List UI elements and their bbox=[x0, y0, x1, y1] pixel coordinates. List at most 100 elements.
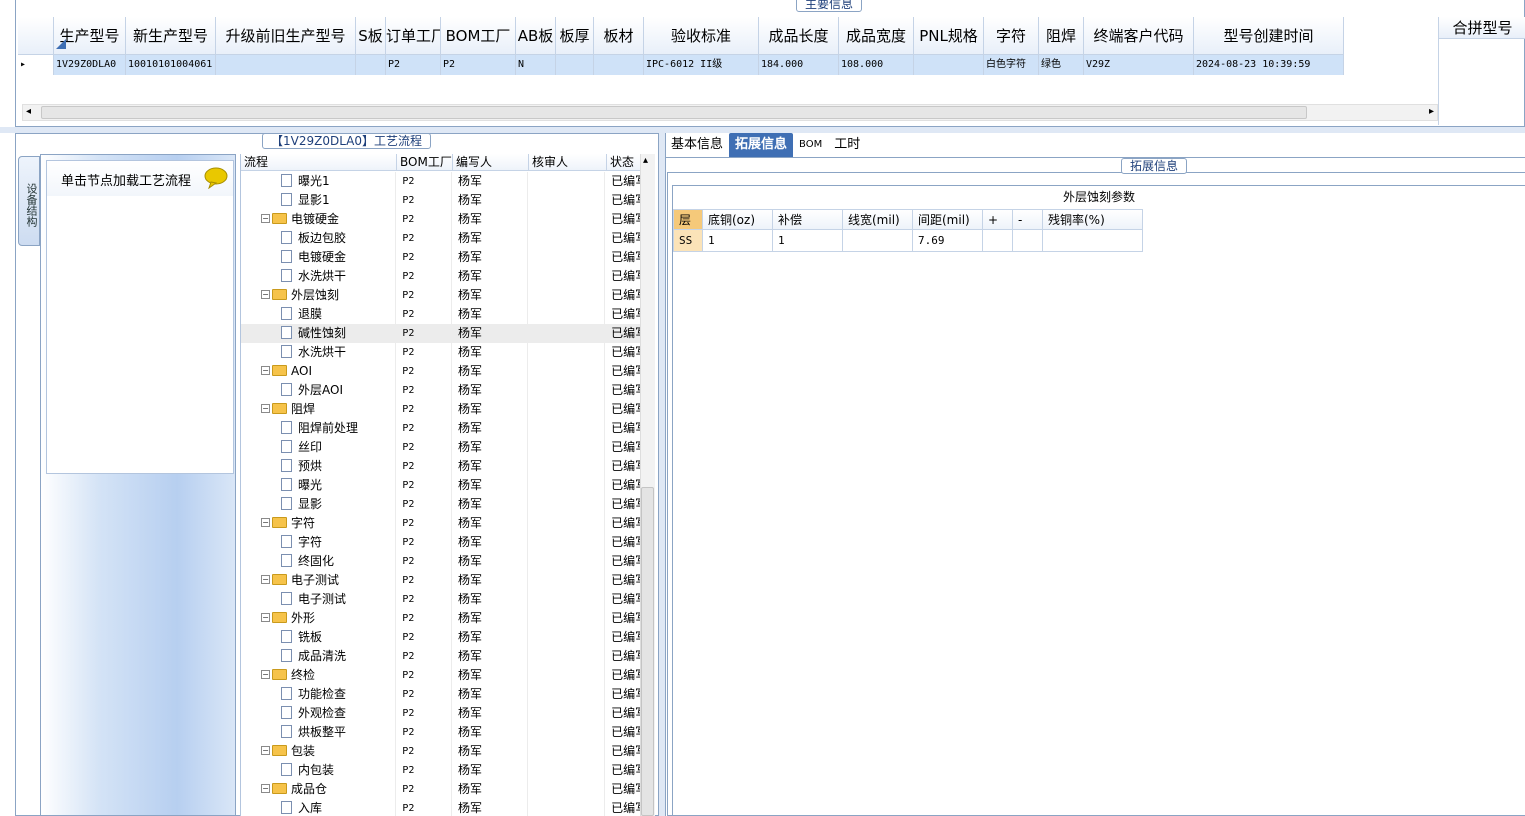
tree-leaf-row[interactable]: 成品清洗 P2杨军 已编写 bbox=[241, 647, 640, 666]
tree-leaf-row[interactable]: 水洗烘干 P2杨军 已编写 bbox=[241, 267, 640, 286]
tree-column-header[interactable]: BOM工厂 bbox=[397, 154, 453, 171]
horizontal-scroll-thumb[interactable] bbox=[41, 106, 1307, 119]
grid-cell[interactable]: 108.000 bbox=[839, 55, 914, 75]
etch-column-header[interactable]: - bbox=[1013, 209, 1043, 230]
column-header[interactable]: 板材 bbox=[594, 17, 644, 55]
column-header[interactable]: 终端客户代码 bbox=[1084, 17, 1194, 55]
grid-cell[interactable] bbox=[356, 55, 386, 75]
column-header[interactable]: S板 bbox=[356, 17, 386, 55]
collapse-icon[interactable]: − bbox=[261, 214, 270, 223]
etch-column-header[interactable]: 底铜(oz) bbox=[703, 209, 773, 230]
tree-leaf-row[interactable]: 外观检查 P2杨军 已编写 bbox=[241, 704, 640, 723]
tree-folder-row[interactable]: − 成品仓 P2杨军 已编写 bbox=[241, 780, 640, 799]
tree-leaf-row[interactable]: 电子测试 P2杨军 已编写 bbox=[241, 590, 640, 609]
tree-leaf-row[interactable]: 铣板 P2杨军 已编写 bbox=[241, 628, 640, 647]
vertical-scroll-thumb[interactable] bbox=[641, 487, 654, 816]
horizontal-scrollbar[interactable]: ◂ ▸ bbox=[22, 104, 1438, 121]
etch-cell[interactable] bbox=[843, 230, 913, 252]
collapse-icon[interactable]: − bbox=[261, 575, 270, 584]
etch-cell[interactable] bbox=[983, 230, 1013, 252]
tree-leaf-row[interactable]: 曝光 P2杨军 已编写 bbox=[241, 476, 640, 495]
column-header[interactable]: 升级前旧生产型号 bbox=[216, 17, 356, 55]
grid-cell[interactable]: V29Z bbox=[1084, 55, 1194, 75]
grid-cell[interactable]: 10010101004061 bbox=[126, 55, 216, 75]
scroll-left-icon[interactable]: ◂ bbox=[26, 106, 31, 117]
collapse-icon[interactable]: − bbox=[261, 290, 270, 299]
tree-leaf-row[interactable]: 终固化 P2杨军 已编写 bbox=[241, 552, 640, 571]
collapse-icon[interactable]: − bbox=[261, 746, 270, 755]
tree-leaf-row[interactable]: 显影1 P2杨军 已编写 bbox=[241, 191, 640, 210]
tree-column-header[interactable]: 核审人 bbox=[529, 154, 607, 171]
tree-leaf-row[interactable]: 曝光1 P2杨军 已编写 bbox=[241, 172, 640, 191]
collapse-icon[interactable]: − bbox=[261, 518, 270, 527]
tree-column-header[interactable]: 编写人 bbox=[453, 154, 529, 171]
tree-folder-row[interactable]: − 字符 P2杨军 已编写 bbox=[241, 514, 640, 533]
tab-2[interactable]: BOM bbox=[793, 133, 828, 157]
tree-leaf-row[interactable]: 字符 P2杨军 已编写 bbox=[241, 533, 640, 552]
tab-1[interactable]: 拓展信息 bbox=[729, 133, 794, 157]
tree-leaf-row[interactable]: 烘板整平 P2杨军 已编写 bbox=[241, 723, 640, 742]
etch-column-header[interactable]: + bbox=[983, 209, 1013, 230]
tree-leaf-row[interactable]: 阻焊前处理 P2杨军 已编写 bbox=[241, 419, 640, 438]
tab-3[interactable]: 工时 bbox=[828, 133, 866, 157]
etch-cell[interactable]: SS bbox=[673, 230, 703, 252]
tree-leaf-row[interactable]: 退膜 P2杨军 已编写 bbox=[241, 305, 640, 324]
grid-cell[interactable]: 184.000 bbox=[759, 55, 839, 75]
tree-folder-row[interactable]: − AOI P2杨军 已编写 bbox=[241, 362, 640, 381]
tree-leaf-row[interactable]: 显影 P2杨军 已编写 bbox=[241, 495, 640, 514]
main-info-grid-row[interactable]: ▸ 1V29Z0DLA0 10010101004061 P2 P2 N IPC-6012 I… bbox=[18, 55, 1344, 75]
column-header[interactable]: AB板 bbox=[516, 17, 556, 55]
tree-leaf-row[interactable]: 外层AOI P2杨军 已编写 bbox=[241, 381, 640, 400]
column-header[interactable]: 成品长度 bbox=[759, 17, 839, 55]
grid-cell[interactable]: 绿色 bbox=[1039, 55, 1084, 75]
column-header[interactable]: 验收标准 bbox=[644, 17, 759, 55]
scroll-right-icon[interactable]: ▸ bbox=[1429, 106, 1434, 117]
tree-leaf-row[interactable]: 板边包胶 P2杨军 已编写 bbox=[241, 229, 640, 248]
tree-leaf-row[interactable]: 碱性蚀刻 P2杨军 已编写 bbox=[241, 324, 640, 343]
grid-cell[interactable]: P2 bbox=[386, 55, 441, 75]
tree-folder-row[interactable]: − 电镀硬金 P2杨军 已编写 bbox=[241, 210, 640, 229]
tree-leaf-row[interactable]: 功能检查 P2杨军 已编写 bbox=[241, 685, 640, 704]
grid-cell[interactable]: N bbox=[516, 55, 556, 75]
etch-cell[interactable] bbox=[1043, 230, 1143, 252]
tree-leaf-row[interactable]: 入库 P2杨军 已编写 bbox=[241, 799, 640, 816]
grid-cell[interactable]: 2024-08-23 10:39:59 bbox=[1194, 55, 1344, 75]
grid-cell[interactable] bbox=[556, 55, 594, 75]
etch-column-header[interactable]: 间距(mil) bbox=[913, 209, 983, 230]
column-header[interactable]: 型号创建时间 bbox=[1194, 17, 1344, 55]
tree-folder-row[interactable]: − 阻焊 P2杨军 已编写 bbox=[241, 400, 640, 419]
etch-column-header[interactable]: 层 bbox=[673, 209, 703, 230]
etch-params-row[interactable]: SS 1 1 7.69 bbox=[673, 230, 1143, 252]
side-tab-equipment[interactable]: 设备结构 bbox=[18, 156, 40, 246]
column-header[interactable]: 生产型号 bbox=[54, 17, 126, 55]
etch-cell[interactable]: 1 bbox=[773, 230, 843, 252]
grid-cell[interactable] bbox=[216, 55, 356, 75]
column-header[interactable]: 新生产型号 bbox=[126, 17, 216, 55]
column-header[interactable]: 订单工厂 bbox=[386, 17, 441, 55]
column-header[interactable]: 板厚 bbox=[556, 17, 594, 55]
etch-cell[interactable] bbox=[1013, 230, 1043, 252]
etch-cell[interactable]: 1 bbox=[703, 230, 773, 252]
grid-cell[interactable] bbox=[914, 55, 984, 75]
grid-cell[interactable] bbox=[594, 55, 644, 75]
grid-cell[interactable]: 1V29Z0DLA0 bbox=[54, 55, 126, 75]
tree-folder-row[interactable]: − 包装 P2杨军 已编写 bbox=[241, 742, 640, 761]
row-selector[interactable]: ▸ bbox=[18, 55, 54, 75]
tree-column-header[interactable]: 流程 bbox=[241, 154, 397, 171]
tab-0[interactable]: 基本信息 bbox=[665, 133, 729, 157]
etch-column-header[interactable]: 残铜率(%) bbox=[1043, 209, 1143, 230]
grid-cell[interactable]: P2 bbox=[441, 55, 516, 75]
tree-leaf-row[interactable]: 丝印 P2杨军 已编写 bbox=[241, 438, 640, 457]
column-header[interactable]: 成品宽度 bbox=[839, 17, 914, 55]
speech-bubble-icon[interactable] bbox=[203, 167, 229, 189]
scroll-up-icon[interactable]: ▴ bbox=[643, 155, 648, 166]
merge-model-header[interactable]: 合拼型号 bbox=[1439, 17, 1525, 39]
tree-leaf-row[interactable]: 预烘 P2杨军 已编写 bbox=[241, 457, 640, 476]
collapse-icon[interactable]: − bbox=[261, 404, 270, 413]
tree-column-header[interactable]: 状态 bbox=[607, 154, 640, 171]
column-header[interactable]: 字符 bbox=[984, 17, 1039, 55]
collapse-icon[interactable]: − bbox=[261, 366, 270, 375]
collapse-icon[interactable]: − bbox=[261, 613, 270, 622]
column-header[interactable]: PNL规格 bbox=[914, 17, 984, 55]
etch-column-header[interactable]: 补偿 bbox=[773, 209, 843, 230]
